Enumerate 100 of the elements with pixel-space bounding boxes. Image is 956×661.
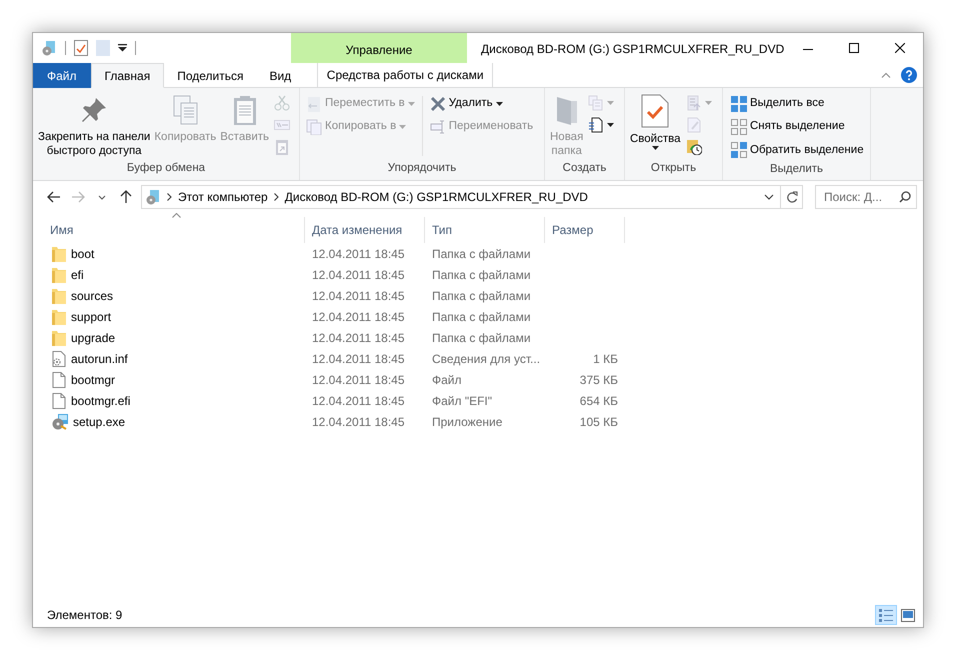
type-cell-text: Папка с файлами xyxy=(431,308,532,326)
caret-icon xyxy=(652,146,659,150)
file-tab[interactable]: Файл xyxy=(33,63,91,88)
chevron-down-icon xyxy=(98,194,106,200)
setup-icon xyxy=(52,414,68,430)
column-header[interactable]: Размер xyxy=(545,217,625,243)
breadcrumb-link[interactable]: Дисковод BD-ROM (G:) GSP1RMCULXFRER_RU_DVD xyxy=(284,188,588,206)
file-name[interactable]: boot xyxy=(71,244,94,262)
open-icon xyxy=(686,95,702,111)
ribbon-button[interactable]: Выделить все xyxy=(728,93,867,114)
breadcrumb-link[interactable]: Этот компьютер xyxy=(178,188,268,206)
easy-access-icon xyxy=(588,117,604,133)
column-header[interactable]: Дата изменения xyxy=(305,217,425,243)
context-tab-group: Управление xyxy=(291,33,467,63)
ribbon-tab[interactable]: Вид xyxy=(256,63,304,88)
group-label: Создать xyxy=(562,161,608,176)
column-header[interactable]: Тип xyxy=(425,217,545,243)
ribbon-tab[interactable]: Средства работы с дисками xyxy=(317,63,494,87)
group-label: Выделить xyxy=(768,162,824,177)
select-all-icon xyxy=(731,96,747,112)
search-icon xyxy=(899,191,911,203)
folder-icon xyxy=(52,246,66,262)
ribbon-button[interactable]: Снять выделение xyxy=(728,116,867,138)
ribbon-button[interactable]: Удалить xyxy=(426,93,536,114)
close-icon xyxy=(895,43,905,53)
view-toggle-button[interactable] xyxy=(875,605,897,625)
size-cell: 375 КБ xyxy=(580,372,618,386)
date-cell-text: 12.04.2011 18:45 xyxy=(311,414,406,430)
file-name[interactable]: bootmgr.efi xyxy=(71,392,130,410)
date-cell-text: 12.04.2011 18:45 xyxy=(311,372,406,388)
type-cell-text: Файл xyxy=(431,372,463,388)
type-cell-text: Файл "EFI" xyxy=(431,392,494,410)
type-cell-text: Папка с файлами xyxy=(431,266,532,284)
rename-icon xyxy=(430,118,446,135)
customize-caret-icon[interactable] xyxy=(118,44,127,52)
caret-icon xyxy=(607,101,614,105)
size-cell: 654 КБ xyxy=(580,394,618,408)
type-cell-text: Сведения для уст... xyxy=(431,350,542,368)
type-cell-text: Приложение xyxy=(431,414,504,430)
divider-icon xyxy=(65,41,66,55)
file-name[interactable]: support xyxy=(71,308,112,326)
file-name[interactable]: upgrade xyxy=(71,328,116,346)
path-icon xyxy=(274,117,290,133)
date-cell-text: 12.04.2011 18:45 xyxy=(311,288,406,304)
invert-selection-icon xyxy=(731,142,747,158)
file-icon xyxy=(52,392,66,408)
caret-icon xyxy=(704,101,712,105)
date-cell-text: 12.04.2011 18:45 xyxy=(311,350,406,368)
date-cell-text: 12.04.2011 18:45 xyxy=(311,330,406,346)
size-cell: 105 КБ xyxy=(580,414,618,428)
drive-icon xyxy=(145,189,161,205)
date-cell-text: 12.04.2011 18:45 xyxy=(311,266,406,284)
folder-icon xyxy=(52,266,66,282)
date-cell-text: 12.04.2011 18:45 xyxy=(311,392,406,410)
select-none-icon xyxy=(731,118,747,135)
scissors-icon xyxy=(274,95,290,111)
collapse-ribbon-icon[interactable] xyxy=(881,72,891,78)
file-name[interactable]: bootmgr xyxy=(71,370,116,388)
large-icons-view-icon xyxy=(901,608,915,622)
history-icon xyxy=(686,139,702,155)
refresh-icon xyxy=(786,191,798,203)
folder-icon xyxy=(52,288,66,304)
properties-icon xyxy=(640,94,670,128)
file-name[interactable]: sources xyxy=(71,286,114,304)
copy-to-icon xyxy=(306,118,322,135)
ribbon-button[interactable]: Закрепить на панели быстрого доступа xyxy=(36,90,152,160)
new-item-icon xyxy=(588,95,604,111)
type-cell-text: Папка с файлами xyxy=(431,288,532,304)
ribbon-button[interactable]: Обратить выделение xyxy=(728,140,867,161)
size-cell: 1 КБ xyxy=(593,352,618,366)
type-cell-text: Папка с файлами xyxy=(431,246,532,262)
file-icon xyxy=(52,372,66,388)
group-label: Упорядочить xyxy=(386,161,458,176)
ribbon-tab[interactable]: Поделиться xyxy=(164,63,256,88)
date-cell-text: 12.04.2011 18:45 xyxy=(311,308,406,326)
divider-icon xyxy=(135,41,136,55)
folder-icon xyxy=(52,308,66,324)
edit-icon xyxy=(686,117,702,133)
search-field[interactable]: Поиск: Д... xyxy=(815,185,917,209)
delete-icon xyxy=(430,96,446,112)
group-label: Буфер обмена xyxy=(126,161,206,176)
file-name[interactable]: efi xyxy=(71,266,84,284)
dropdown-chevron-icon[interactable] xyxy=(764,194,774,200)
column-header[interactable]: Имя xyxy=(43,217,305,243)
up-arrow-icon xyxy=(120,190,132,204)
back-arrow-icon xyxy=(47,191,61,203)
window-title: Дисковод BD-ROM (G:) GSP1RMCULXFRER_RU_DVD xyxy=(480,41,785,57)
caret-icon xyxy=(399,124,406,129)
help-icon[interactable] xyxy=(901,67,917,83)
breadcrumb-chevron-icon xyxy=(167,193,172,201)
properties-icon[interactable] xyxy=(74,40,88,56)
details-view-icon xyxy=(879,608,893,622)
type-cell-text: Папка с файлами xyxy=(431,330,532,346)
ribbon-button[interactable]: Свойства xyxy=(628,90,682,160)
file-name[interactable]: autorun.inf xyxy=(71,350,128,368)
item-count: Элементов: 9 xyxy=(47,607,122,624)
ribbon-tab[interactable]: Главная xyxy=(90,63,164,88)
address-bar[interactable]: Этот компьютер Дисковод BD-ROM (G:) GSP1RMCULXFRER_RU_DVD xyxy=(141,185,803,209)
paste-shortcut-icon xyxy=(274,139,290,155)
file-name[interactable]: setup.exe xyxy=(73,412,126,430)
